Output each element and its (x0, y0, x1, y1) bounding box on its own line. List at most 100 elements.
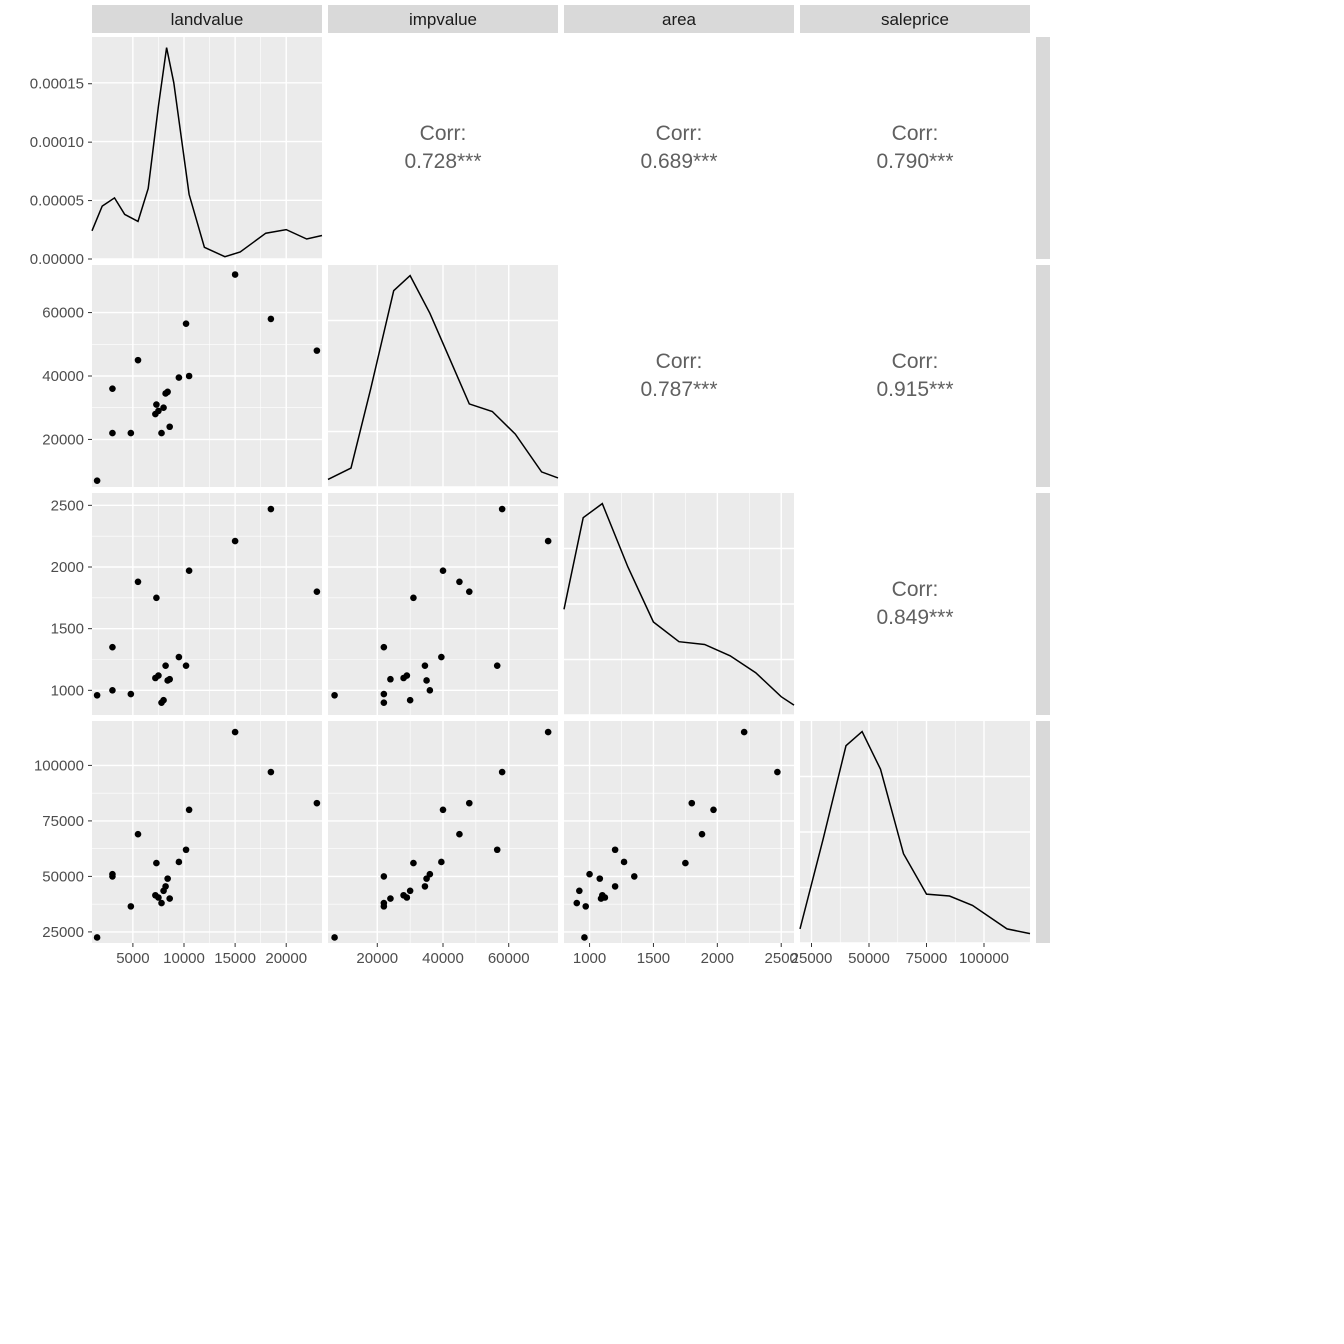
scatter-point (774, 769, 781, 776)
scatter-point (682, 860, 689, 867)
y-tick-label: 100000 (34, 757, 84, 774)
scatter-point (183, 846, 190, 853)
scatter-point (128, 430, 135, 437)
scatter-point (573, 900, 580, 907)
y-tick-label: 25000 (42, 924, 84, 941)
panel-area-vs-impvalue (328, 493, 558, 715)
strip-right-landvalue: landvalue (1036, 37, 1050, 259)
scatter-point (183, 662, 190, 669)
corr-value: 0.790*** (876, 150, 953, 173)
panel-impvalue-vs-landvalue (92, 265, 322, 487)
pairs-plot: landvalueimpvalueareasalepricelandvaluei… (10, 5, 1050, 1005)
scatter-point (160, 697, 167, 704)
scatter-point (404, 672, 411, 679)
scatter-point (232, 538, 239, 545)
scatter-point (438, 654, 445, 661)
scatter-point (153, 401, 160, 408)
scatter-point (268, 506, 275, 513)
x-tick-label: 1500 (637, 950, 670, 967)
panel-landvalue-vs-area: Corr:0.689*** (564, 37, 794, 259)
x-tick-label: 20000 (356, 950, 398, 967)
scatter-point (109, 385, 116, 392)
scatter-point (466, 800, 473, 807)
corr-value: 0.849*** (876, 606, 953, 629)
scatter-point (381, 900, 388, 907)
scatter-point (331, 692, 338, 699)
corr-value: 0.915*** (876, 378, 953, 401)
strip-top-area: area (564, 5, 794, 33)
scatter-point (128, 691, 135, 698)
y-tick-label: 0.00015 (30, 76, 84, 93)
y-tick-label: 2500 (51, 497, 84, 514)
scatter-point (423, 875, 430, 882)
svg-text:saleprice: saleprice (881, 10, 949, 29)
scatter-point (621, 859, 628, 866)
scatter-point (268, 316, 275, 323)
scatter-point (741, 729, 748, 736)
scatter-point (404, 894, 411, 901)
panel-landvalue-vs-impvalue: Corr:0.728*** (328, 37, 558, 259)
y-tick-label: 50000 (42, 868, 84, 885)
scatter-point (183, 320, 190, 327)
scatter-point (268, 769, 275, 776)
panel-saleprice-vs-area (564, 721, 794, 943)
scatter-point (314, 800, 321, 807)
scatter-point (387, 895, 394, 902)
corr-label: Corr: (892, 122, 939, 145)
panel-saleprice-vs-saleprice (800, 721, 1030, 943)
scatter-point (407, 697, 414, 704)
panel-area-vs-saleprice: Corr: 0.849*** (800, 493, 1030, 715)
scatter-point (164, 875, 171, 882)
scatter-point (598, 895, 605, 902)
scatter-point (314, 588, 321, 595)
scatter-point (387, 676, 394, 683)
scatter-point (109, 644, 116, 651)
scatter-point (186, 373, 193, 380)
corr-label: Corr: (656, 122, 703, 145)
corr-label: Corr: (892, 578, 939, 601)
scatter-point (109, 430, 116, 437)
corr-label: Corr: (420, 122, 467, 145)
scatter-point (407, 888, 414, 895)
scatter-point (155, 672, 162, 679)
scatter-point (710, 807, 717, 814)
strip-top-landvalue: landvalue (92, 5, 322, 33)
scatter-point (128, 903, 135, 910)
scatter-point (545, 729, 552, 736)
scatter-point (153, 860, 160, 867)
scatter-point (612, 846, 619, 853)
scatter-point (153, 595, 160, 602)
scatter-point (164, 389, 171, 396)
y-tick-label: 0.00005 (30, 193, 84, 210)
svg-text:landvalue: landvalue (171, 10, 244, 29)
y-tick-label: 0.00010 (30, 134, 84, 151)
y-tick-label: 60000 (42, 305, 84, 322)
scatter-point (699, 831, 706, 838)
panel-impvalue-vs-saleprice: Corr:0.915*** (800, 265, 1030, 487)
scatter-point (456, 579, 463, 586)
scatter-point (94, 934, 101, 941)
y-tick-label: 2000 (51, 559, 84, 576)
corr-label: Corr: (656, 350, 703, 373)
scatter-point (440, 807, 447, 814)
scatter-point (494, 846, 501, 853)
scatter-point (162, 662, 169, 669)
scatter-point (94, 477, 101, 484)
x-tick-label: 40000 (422, 950, 464, 967)
strip-top-saleprice: saleprice (800, 5, 1030, 33)
x-tick-label: 20000 (265, 950, 307, 967)
scatter-point (155, 894, 162, 901)
scatter-point (232, 271, 239, 278)
y-tick-label: 1500 (51, 621, 84, 638)
y-tick-label: 75000 (42, 813, 84, 830)
strip-right-saleprice: saleprice (1036, 721, 1050, 943)
scatter-point (162, 883, 169, 890)
scatter-point (94, 692, 101, 699)
x-tick-label: 60000 (488, 950, 530, 967)
scatter-point (314, 347, 321, 354)
scatter-point (631, 873, 638, 880)
scatter-point (109, 687, 116, 694)
scatter-point (381, 644, 388, 651)
scatter-point (586, 871, 593, 878)
x-tick-label: 2000 (701, 950, 734, 967)
